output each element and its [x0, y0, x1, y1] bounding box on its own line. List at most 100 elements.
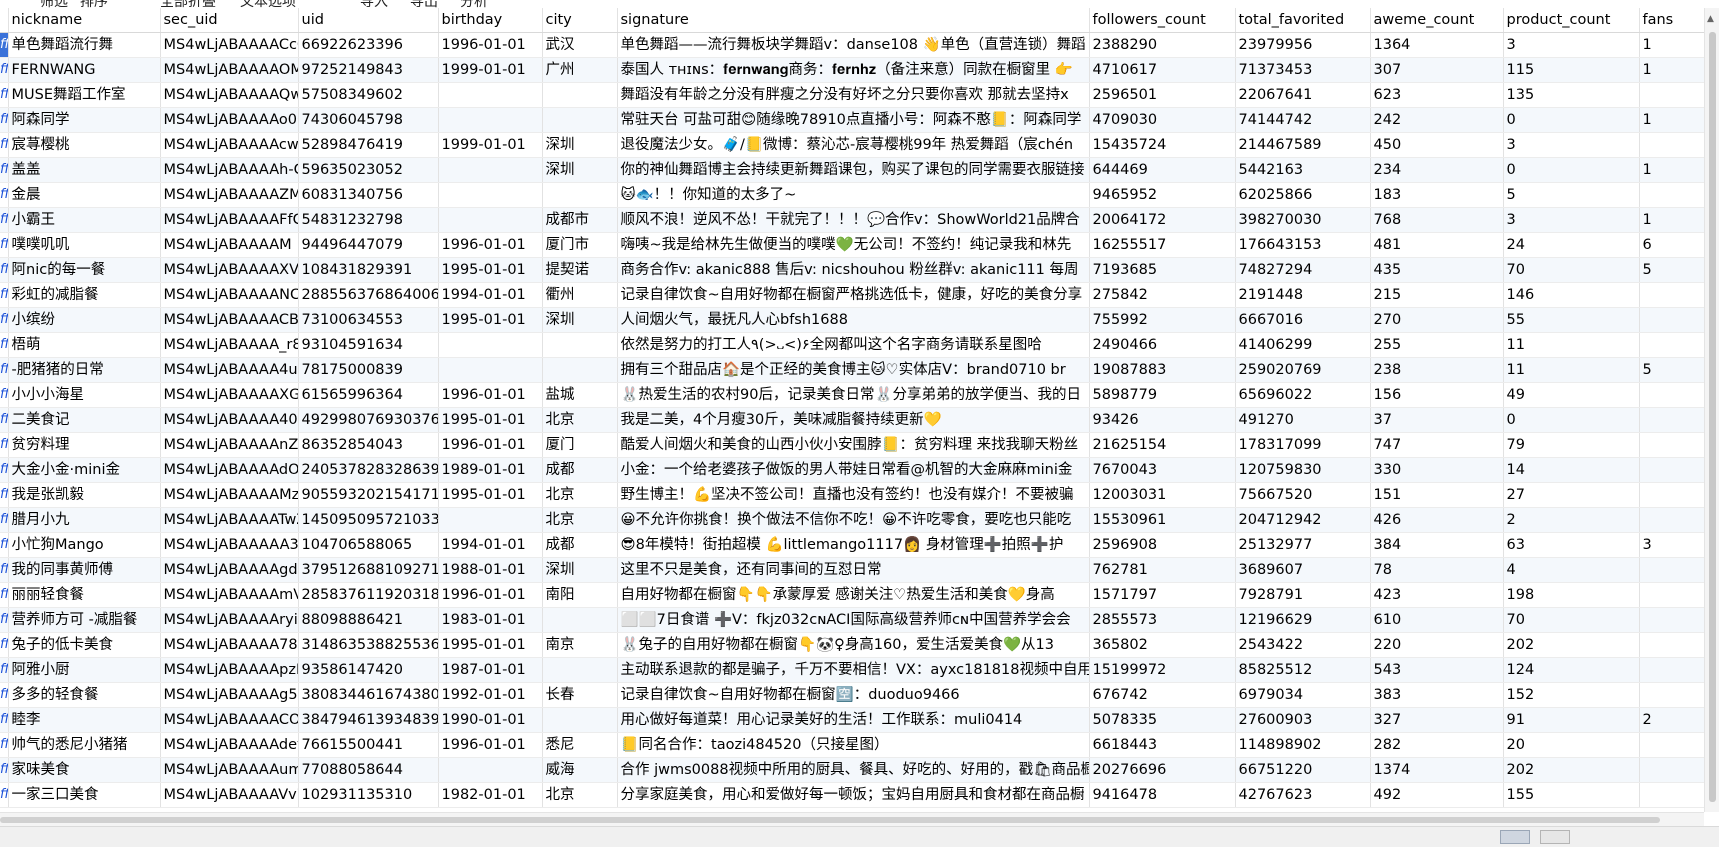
cell-birthday[interactable]: 1987-01-01 [438, 657, 543, 683]
cell-uid[interactable]: 60831340756 [298, 182, 439, 208]
cell-uid[interactable]: 52898476419 [298, 132, 439, 158]
cell-uid[interactable]: 54831232798 [298, 207, 439, 233]
cell-aweme-count[interactable]: 492 [1370, 782, 1504, 808]
cell-sec-uid[interactable]: MS4wLjABAAAACOr [160, 707, 299, 733]
row-marker[interactable]: ff [0, 332, 9, 358]
cell-followers-count[interactable]: 676742 [1089, 682, 1236, 708]
column-header-row-marker[interactable] [0, 8, 9, 33]
cell-total-favorited[interactable]: 2191448 [1235, 282, 1371, 308]
table-row[interactable]: ff单色舞蹈流行舞MS4wLjABAAAACcC669226233961996-… [0, 32, 1704, 58]
cell-total-favorited[interactable]: 74827294 [1235, 257, 1371, 283]
cell-followers-count[interactable]: 2490466 [1089, 332, 1236, 358]
cell-sec-uid[interactable]: MS4wLjABAAAAgd4 [160, 557, 299, 583]
cell-aweme-count[interactable]: 151 [1370, 482, 1504, 508]
cell-city[interactable]: 北京 [542, 782, 618, 808]
cell-signature[interactable]: 记录自律饮食~自用好物都在橱窗🈳：duoduo9466 [617, 682, 1090, 708]
cell-city[interactable]: 武汉 [542, 32, 618, 58]
row-marker[interactable]: ff [0, 232, 9, 258]
cell-fans[interactable] [1639, 582, 1704, 608]
column-header-signature[interactable]: signature [617, 8, 1090, 33]
cell-followers-count[interactable]: 20276696 [1089, 757, 1236, 783]
cell-birthday[interactable]: 1995-01-01 [438, 482, 543, 508]
cell-fans[interactable] [1639, 332, 1704, 358]
cell-signature[interactable]: 小金：一个给老婆孩子做饭的男人带娃日常看@机智的大金麻麻mini金 [617, 457, 1090, 483]
row-marker[interactable]: ff [0, 32, 9, 58]
cell-product-count[interactable]: 202 [1503, 632, 1640, 658]
cell-followers-count[interactable]: 5078335 [1089, 707, 1236, 733]
cell-fans[interactable]: 3 [1639, 532, 1704, 558]
row-marker[interactable]: ff [0, 107, 9, 133]
toolbar-import[interactable]: 导入 [360, 0, 388, 8]
cell-fans[interactable] [1639, 757, 1704, 783]
cell-aweme-count[interactable]: 220 [1370, 632, 1504, 658]
cell-birthday[interactable]: 1988-01-01 [438, 557, 543, 583]
row-marker[interactable]: ff [0, 582, 9, 608]
cell-nickname[interactable]: 营养师方可 -减脂餐 [8, 607, 161, 633]
table-row[interactable]: ff小忙狗MangoMS4wLjABAAAAA3I104706588065199… [0, 532, 1704, 558]
cell-signature[interactable]: 自用好物都在橱窗👇👇承蒙厚爱 感谢关注♡热爱生活和美食💛身高 [617, 582, 1090, 608]
cell-sec-uid[interactable]: MS4wLjABAAAAXVt [160, 257, 299, 283]
row-marker[interactable]: ff [0, 532, 9, 558]
cell-fans[interactable]: 5 [1639, 357, 1704, 383]
cell-aweme-count[interactable]: 255 [1370, 332, 1504, 358]
cell-aweme-count[interactable]: 238 [1370, 357, 1504, 383]
cell-nickname[interactable]: 一家三口美食 [8, 782, 161, 808]
cell-sec-uid[interactable]: MS4wLjABAAAA4ub [160, 357, 299, 383]
cell-signature[interactable]: 主动联系退款的都是骗子，千万不要相信！VX：ayxc181818视频中自用 [617, 657, 1090, 683]
cell-signature[interactable]: 人间烟火气，最抚凡人心bfsh1688 [617, 307, 1090, 333]
cell-followers-count[interactable]: 5898779 [1089, 382, 1236, 408]
cell-aweme-count[interactable]: 610 [1370, 607, 1504, 633]
cell-uid[interactable]: 3795126881092718 [298, 557, 439, 583]
form-view-toggle[interactable] [1540, 830, 1570, 844]
toolbar-analyze[interactable]: 分析 [460, 0, 488, 8]
cell-aweme-count[interactable]: 327 [1370, 707, 1504, 733]
cell-fans[interactable] [1639, 282, 1704, 308]
cell-city[interactable]: 广州 [542, 57, 618, 83]
cell-followers-count[interactable]: 20064172 [1089, 207, 1236, 233]
cell-birthday[interactable] [438, 182, 543, 208]
cell-sec-uid[interactable]: MS4wLjABAAAAMzc [160, 482, 299, 508]
cell-nickname[interactable]: 阿森同学 [8, 107, 161, 133]
cell-uid[interactable]: 2858376119203182 [298, 582, 439, 608]
cell-nickname[interactable]: 贫穷料理 [8, 432, 161, 458]
cell-aweme-count[interactable]: 384 [1370, 532, 1504, 558]
cell-fans[interactable] [1639, 657, 1704, 683]
toolbar-sort[interactable]: 排序 [80, 0, 108, 8]
cell-city[interactable]: 威海 [542, 757, 618, 783]
cell-birthday[interactable]: 1999-01-01 [438, 57, 543, 83]
cell-uid[interactable]: 74306045798 [298, 107, 439, 133]
cell-total-favorited[interactable]: 176643153 [1235, 232, 1371, 258]
cell-fans[interactable] [1639, 607, 1704, 633]
cell-followers-count[interactable]: 9416478 [1089, 782, 1236, 808]
cell-birthday[interactable] [438, 107, 543, 133]
toolbar-collapse[interactable]: 全部折叠 [160, 0, 216, 8]
table-row[interactable]: ff家味美食MS4wLjABAAAAum77088058644 威海合作 jwms… [0, 757, 1704, 783]
cell-city[interactable]: 成都市 [542, 207, 618, 233]
cell-followers-count[interactable]: 6618443 [1089, 732, 1236, 758]
cell-nickname[interactable]: 帅气的悉尼小猪猪 [8, 732, 161, 758]
cell-nickname[interactable]: 小霸王 [8, 207, 161, 233]
cell-signature[interactable]: 商务合作v: akanic888 售后v: nicshouhou 粉丝群v: a… [617, 257, 1090, 283]
cell-aweme-count[interactable]: 435 [1370, 257, 1504, 283]
cell-uid[interactable]: 94496447079 [298, 232, 439, 258]
cell-birthday[interactable]: 1996-01-01 [438, 582, 543, 608]
cell-sec-uid[interactable]: MS4wLjABAAAAryiN [160, 607, 299, 633]
cell-nickname[interactable]: FERNWANG [8, 57, 161, 83]
column-header-sec-uid[interactable]: sec_uid [160, 8, 299, 33]
row-marker[interactable]: ff [0, 457, 9, 483]
cell-signature[interactable]: 单色舞蹈——流行舞板块学舞蹈v：danse108 👋单色（直营连锁）舞蹈 [617, 32, 1090, 58]
cell-birthday[interactable] [438, 357, 543, 383]
cell-signature[interactable]: 泰国人 тʜɪɴs：𝐟𝐞𝐫𝐧𝐰𝐚𝐧𝐠商务：𝐟𝐞𝐫𝐧𝐡𝐳（备注来意）同款在橱窗里 … [617, 57, 1090, 83]
row-marker[interactable]: ff [0, 757, 9, 783]
cell-city[interactable] [542, 657, 618, 683]
table-row[interactable]: ff多多的轻食餐MS4wLjABAAAAg5C38083446167438061… [0, 682, 1704, 708]
cell-birthday[interactable]: 1999-01-01 [438, 132, 543, 158]
cell-city[interactable] [542, 182, 618, 208]
cell-total-favorited[interactable]: 114898902 [1235, 732, 1371, 758]
cell-followers-count[interactable]: 2596501 [1089, 82, 1236, 108]
cell-fans[interactable] [1639, 307, 1704, 333]
toolbar-filter[interactable]: 筛选 [40, 0, 68, 8]
cell-signature[interactable]: 顺风不浪！逆风不怂！干就完了！！！💬合作v：ShowWorld21品牌合 [617, 207, 1090, 233]
cell-product-count[interactable]: 49 [1503, 382, 1640, 408]
cell-aweme-count[interactable]: 183 [1370, 182, 1504, 208]
